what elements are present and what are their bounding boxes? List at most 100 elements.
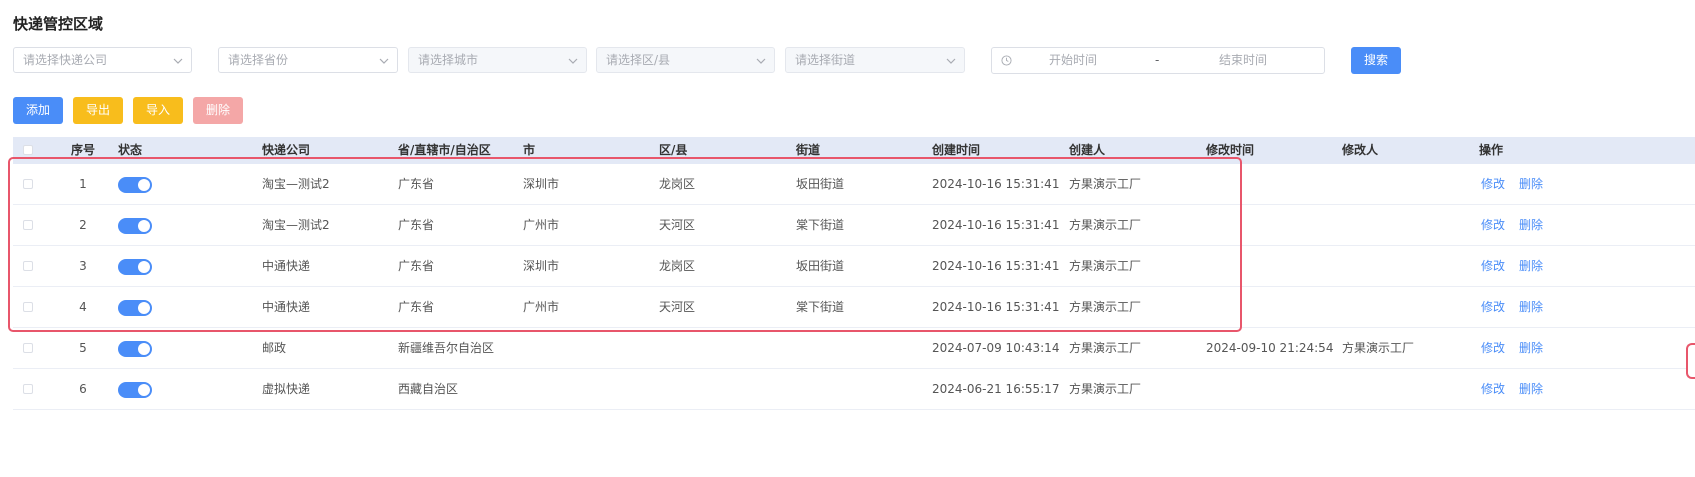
cell-street: 棠下街道: [796, 300, 845, 314]
cell-province: 广东省: [398, 218, 435, 232]
clock-icon: [1001, 55, 1012, 66]
column-header-actions: 操作: [1479, 143, 1504, 157]
province-select[interactable]: 请选择省份: [218, 47, 398, 73]
date-range-picker[interactable]: 开始时间 - 结束时间: [991, 47, 1325, 74]
status-toggle[interactable]: [118, 177, 152, 193]
cell-creator: 方果演示工厂: [1069, 177, 1142, 191]
chevron-down-icon: [756, 58, 766, 64]
cell-created-at: 2024-10-16 15:31:41: [932, 218, 1060, 232]
row-checkbox[interactable]: [23, 384, 33, 394]
import-button[interactable]: 导入: [133, 97, 183, 124]
side-drawer-handle[interactable]: [1686, 343, 1695, 379]
cell-city: 广州市: [523, 218, 560, 232]
table-row: 3 中通快递 广东省 深圳市 龙岗区 坂田街道 2024-10-16 15:31:41 方果演…: [13, 246, 1695, 287]
cell-company: 淘宝—测试2: [262, 218, 330, 232]
cell-district: 龙岗区: [659, 177, 696, 191]
edit-link[interactable]: 修改: [1481, 205, 1505, 245]
search-button[interactable]: 搜索: [1351, 47, 1401, 74]
status-toggle[interactable]: [118, 218, 152, 234]
cell-company: 中通快递: [262, 259, 311, 273]
cell-company: 虚拟快递: [262, 382, 311, 396]
chevron-down-icon: [946, 58, 956, 64]
company-select-placeholder: 请选择快递公司: [23, 53, 108, 67]
column-header-district: 区/县: [659, 143, 688, 157]
edit-link[interactable]: 修改: [1481, 246, 1505, 286]
district-select[interactable]: 请选择区/县: [596, 47, 775, 73]
select-all-checkbox[interactable]: [23, 145, 33, 155]
cell-city: 广州市: [523, 300, 560, 314]
edit-link[interactable]: 修改: [1481, 164, 1505, 204]
cell-creator: 方果演示工厂: [1069, 218, 1142, 232]
street-select-placeholder: 请选择街道: [795, 53, 856, 67]
cell-city: 深圳市: [523, 259, 560, 273]
cell-created-at: 2024-10-16 15:31:41: [932, 177, 1060, 191]
row-checkbox[interactable]: [23, 261, 33, 271]
edit-link[interactable]: 修改: [1481, 369, 1505, 409]
table-row: 1 淘宝—测试2 广东省 深圳市 龙岗区 坂田街道 2024-10-16 15:31:41 方…: [13, 164, 1695, 205]
toggle-knob: [138, 343, 150, 355]
cell-modifier: 方果演示工厂: [1342, 341, 1415, 355]
delete-link[interactable]: 删除: [1519, 369, 1543, 409]
cell-index: 6: [79, 382, 87, 396]
status-toggle[interactable]: [118, 341, 152, 357]
district-select-placeholder: 请选择区/县: [606, 53, 671, 67]
status-toggle[interactable]: [118, 382, 152, 398]
table-row: 2 淘宝—测试2 广东省 广州市 天河区 棠下街道 2024-10-16 15:31:41 方…: [13, 205, 1695, 246]
edit-link[interactable]: 修改: [1481, 328, 1505, 368]
table-row: 4 中通快递 广东省 广州市 天河区 棠下街道 2024-10-16 15:31:41 方果演…: [13, 287, 1695, 328]
delete-link[interactable]: 删除: [1519, 287, 1543, 327]
cell-company: 中通快递: [262, 300, 311, 314]
delete-link[interactable]: 删除: [1519, 328, 1543, 368]
cell-province: 新疆维吾尔自治区: [398, 341, 495, 355]
cell-creator: 方果演示工厂: [1069, 259, 1142, 273]
toggle-knob: [138, 302, 150, 314]
row-checkbox[interactable]: [23, 179, 33, 189]
column-header-index: 序号: [71, 143, 96, 157]
row-checkbox[interactable]: [23, 220, 33, 230]
column-header-status: 状态: [118, 143, 143, 157]
end-time-input[interactable]: 结束时间: [1219, 48, 1267, 73]
cell-creator: 方果演示工厂: [1069, 341, 1142, 355]
column-header-street: 街道: [796, 143, 821, 157]
column-header-created-at: 创建时间: [932, 143, 981, 157]
cell-index: 5: [79, 341, 87, 355]
cell-company: 邮政: [262, 341, 287, 355]
export-button[interactable]: 导出: [73, 97, 123, 124]
delete-link[interactable]: 删除: [1519, 205, 1543, 245]
cell-district: 天河区: [659, 300, 696, 314]
cell-province: 西藏自治区: [398, 382, 459, 396]
cell-created-at: 2024-10-16 15:31:41: [932, 259, 1060, 273]
cell-index: 2: [79, 218, 87, 232]
delete-link[interactable]: 删除: [1519, 164, 1543, 204]
start-time-input[interactable]: 开始时间: [1049, 48, 1097, 73]
row-checkbox[interactable]: [23, 343, 33, 353]
row-checkbox[interactable]: [23, 302, 33, 312]
column-header-city: 市: [523, 143, 536, 157]
column-header-province: 省/直辖市/自治区: [398, 143, 491, 157]
delete-link[interactable]: 删除: [1519, 246, 1543, 286]
cell-city: 深圳市: [523, 177, 560, 191]
cell-district: 龙岗区: [659, 259, 696, 273]
cell-created-at: 2024-10-16 15:31:41: [932, 300, 1060, 314]
column-header-company: 快递公司: [262, 143, 311, 157]
company-select[interactable]: 请选择快递公司: [13, 47, 192, 73]
cell-index: 3: [79, 259, 87, 273]
status-toggle[interactable]: [118, 300, 152, 316]
cell-street: 坂田街道: [796, 177, 845, 191]
edit-link[interactable]: 修改: [1481, 287, 1505, 327]
batch-delete-button[interactable]: 删除: [193, 97, 243, 124]
chevron-down-icon: [379, 58, 389, 64]
city-select[interactable]: 请选择城市: [408, 47, 587, 73]
table-row: 6 虚拟快递 西藏自治区 2024-06-21 16:55:17 方果演示工厂 修改 删除: [13, 369, 1695, 410]
cell-province: 广东省: [398, 177, 435, 191]
column-header-creator: 创建人: [1069, 143, 1106, 157]
status-toggle[interactable]: [118, 259, 152, 275]
toggle-knob: [138, 220, 150, 232]
toggle-knob: [138, 384, 150, 396]
city-select-placeholder: 请选择城市: [418, 53, 479, 67]
chevron-down-icon: [568, 58, 578, 64]
street-select[interactable]: 请选择街道: [785, 47, 965, 73]
column-header-modifier: 修改人: [1342, 143, 1379, 157]
add-button[interactable]: 添加: [13, 97, 63, 124]
cell-province: 广东省: [398, 300, 435, 314]
